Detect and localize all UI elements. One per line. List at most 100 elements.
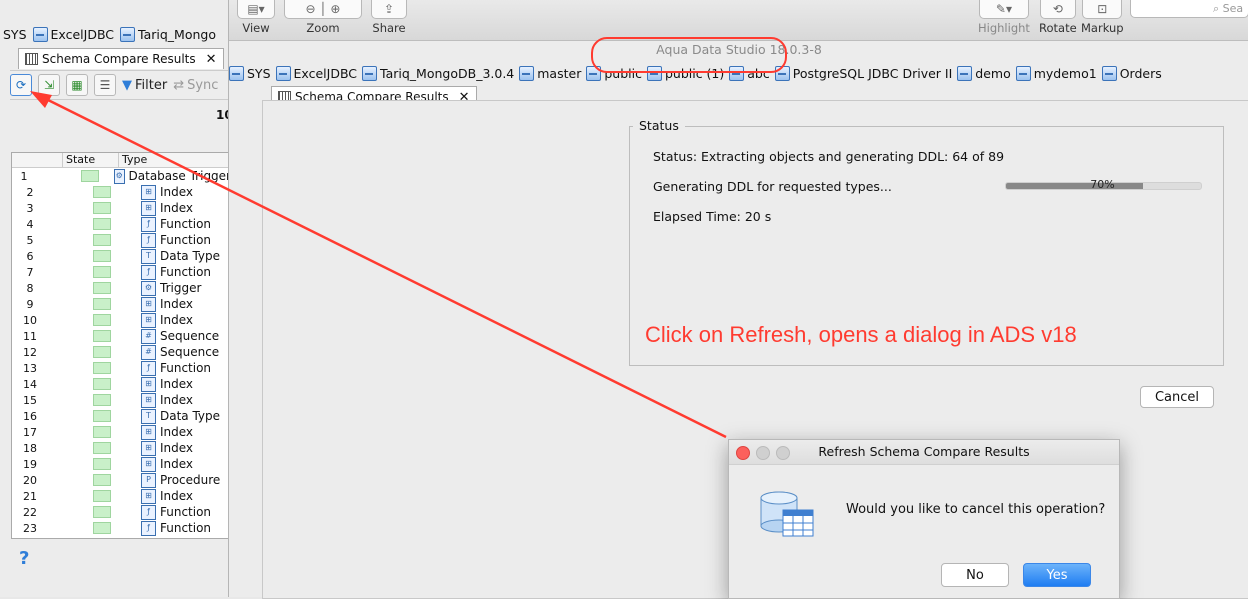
excel-button[interactable]: ▦ xyxy=(66,74,88,96)
object-type-icon: ⊞ xyxy=(141,312,156,328)
left-conn-tariq[interactable]: Tariq_Mongo xyxy=(120,26,216,42)
database-icon xyxy=(1101,65,1117,81)
object-type-icon: ⊞ xyxy=(141,296,156,312)
object-type-icon: T xyxy=(141,248,156,264)
row-state xyxy=(48,378,139,390)
main-conn-item[interactable]: SYS xyxy=(229,65,271,81)
table-row[interactable]: 8 ⚙ Trigger xyxy=(12,280,231,296)
no-button[interactable]: No xyxy=(941,563,1009,587)
table-row[interactable]: 5 ƒ Function xyxy=(12,232,231,248)
table-row[interactable]: 3 ⊞ Index xyxy=(12,200,231,216)
object-type-icon: ⊞ xyxy=(141,376,156,392)
table-row[interactable]: 18 ⊞ Index xyxy=(12,440,231,456)
left-conn-sys[interactable]: SYS xyxy=(0,27,27,42)
table-row[interactable]: 20 P Procedure xyxy=(12,472,231,488)
rotate-tool[interactable]: ⟲ Rotate xyxy=(1039,0,1077,35)
table-row[interactable]: 13 ƒ Function xyxy=(12,360,231,376)
toolbox-icon: ⊡ xyxy=(1082,0,1123,19)
row-type: Index xyxy=(160,489,194,503)
row-type: Function xyxy=(160,217,212,231)
zoom-tool[interactable]: ⊖ │ ⊕ Zoom xyxy=(284,0,362,35)
state-swatch xyxy=(93,410,111,422)
help-icon[interactable]: ? xyxy=(19,548,29,569)
database-icon xyxy=(957,65,973,81)
row-type: Function xyxy=(160,233,212,247)
row-number: 19 xyxy=(23,457,37,471)
state-swatch xyxy=(81,170,100,182)
main-conn-item[interactable]: master xyxy=(519,65,581,81)
table-row[interactable]: 6 T Data Type xyxy=(12,248,231,264)
main-conn-item[interactable]: Tariq_MongoDB_3.0.4 xyxy=(362,65,514,81)
main-conn-item[interactable]: PostgreSQL JDBC Driver II xyxy=(774,65,952,81)
state-swatch xyxy=(93,218,111,230)
table-row[interactable]: 17 ⊞ Index xyxy=(12,424,231,440)
state-swatch xyxy=(93,378,111,390)
share-tool[interactable]: ⇪ Share xyxy=(371,0,407,35)
object-type-icon: ⚙ xyxy=(141,280,156,296)
excel-icon: ▦ xyxy=(71,78,83,92)
table-row[interactable]: 10 ⊞ Index xyxy=(12,312,231,328)
row-type: Index xyxy=(160,393,194,407)
close-icon[interactable]: ✕ xyxy=(206,52,217,67)
main-conn-item[interactable]: ExcelJDBC xyxy=(275,65,357,81)
grid-header-state[interactable]: State xyxy=(63,153,119,167)
row-state xyxy=(48,314,139,326)
columns-button[interactable]: ☰ xyxy=(94,74,116,96)
main-conn-item[interactable]: demo xyxy=(957,65,1011,81)
table-row[interactable]: 21 ⊞ Index xyxy=(12,488,231,504)
state-swatch xyxy=(93,250,111,262)
table-row[interactable]: 16 T Data Type xyxy=(12,408,231,424)
row-state xyxy=(48,394,139,406)
table-icon: ☰ xyxy=(99,78,111,92)
main-conn-item[interactable]: mydemo1 xyxy=(1015,65,1097,81)
cancel-button[interactable]: Cancel xyxy=(1140,386,1214,408)
filter-button[interactable]: ▼ Filter xyxy=(122,78,167,93)
highlight-tool[interactable]: ✎▾ Highlight xyxy=(978,0,1030,35)
yes-button[interactable]: Yes xyxy=(1023,563,1091,587)
state-swatch xyxy=(93,474,111,486)
row-state xyxy=(48,250,139,262)
markup-tool[interactable]: ⊡ Markup xyxy=(1081,0,1124,35)
row-state xyxy=(48,474,139,486)
table-row[interactable]: 22 ƒ Function xyxy=(12,504,231,520)
table-row[interactable]: 7 ƒ Function xyxy=(12,264,231,280)
object-type-icon: # xyxy=(141,344,156,360)
table-row[interactable]: 9 ⊞ Index xyxy=(12,296,231,312)
row-type: Procedure xyxy=(160,473,221,487)
refresh-button[interactable]: ⟳ xyxy=(10,74,32,96)
object-type-icon: ƒ xyxy=(141,360,156,376)
table-row[interactable]: 2 ⊞ Index xyxy=(12,184,231,200)
left-tab-schema-compare[interactable]: Schema Compare Results ✕ xyxy=(18,48,224,69)
main-conn-item[interactable]: Orders xyxy=(1101,65,1162,81)
table-row[interactable]: 4 ƒ Function xyxy=(12,216,231,232)
table-row[interactable]: 1 ⚙ Database Trigger xyxy=(12,168,231,184)
object-type-icon: ƒ xyxy=(141,504,156,520)
left-conn-exceljdbc[interactable]: ExcelJDBC xyxy=(32,26,114,42)
compare-results-grid[interactable]: State Type 1 ⚙ Database Trigger 2 ⊞ Index 3 ⊞ In… xyxy=(11,152,232,539)
row-type: Index xyxy=(160,457,194,471)
row-state xyxy=(48,330,139,342)
row-type: Function xyxy=(160,361,212,375)
progress-label: 70% xyxy=(1090,178,1115,191)
table-row[interactable]: 23 ƒ Function xyxy=(12,520,231,536)
row-state xyxy=(48,490,139,502)
dialog-title: Refresh Schema Compare Results xyxy=(818,444,1030,459)
view-tool[interactable]: ▤▾ View xyxy=(237,0,275,35)
table-row[interactable]: 11 # Sequence xyxy=(12,328,231,344)
table-row[interactable]: 19 ⊞ Index xyxy=(12,456,231,472)
row-type: Function xyxy=(160,521,212,535)
grid-header-num xyxy=(12,153,63,167)
table-row[interactable]: 12 # Sequence xyxy=(12,344,231,360)
search-icon: ⌕ xyxy=(1213,1,1223,15)
search-input[interactable]: ⌕ Sea xyxy=(1130,0,1248,18)
table-row[interactable]: 15 ⊞ Index xyxy=(12,392,231,408)
refresh-dialog: Refresh Schema Compare Results Would you… xyxy=(728,439,1120,599)
state-swatch xyxy=(93,330,111,342)
export-button[interactable]: ⇲ xyxy=(38,74,60,96)
row-type: Function xyxy=(160,265,212,279)
export-icon: ⇲ xyxy=(43,78,55,92)
table-row[interactable]: 14 ⊞ Index xyxy=(12,376,231,392)
row-state xyxy=(48,282,139,294)
grid-header-type[interactable]: Type xyxy=(119,153,147,167)
sync-button[interactable]: ⇄ Sync xyxy=(173,78,218,93)
